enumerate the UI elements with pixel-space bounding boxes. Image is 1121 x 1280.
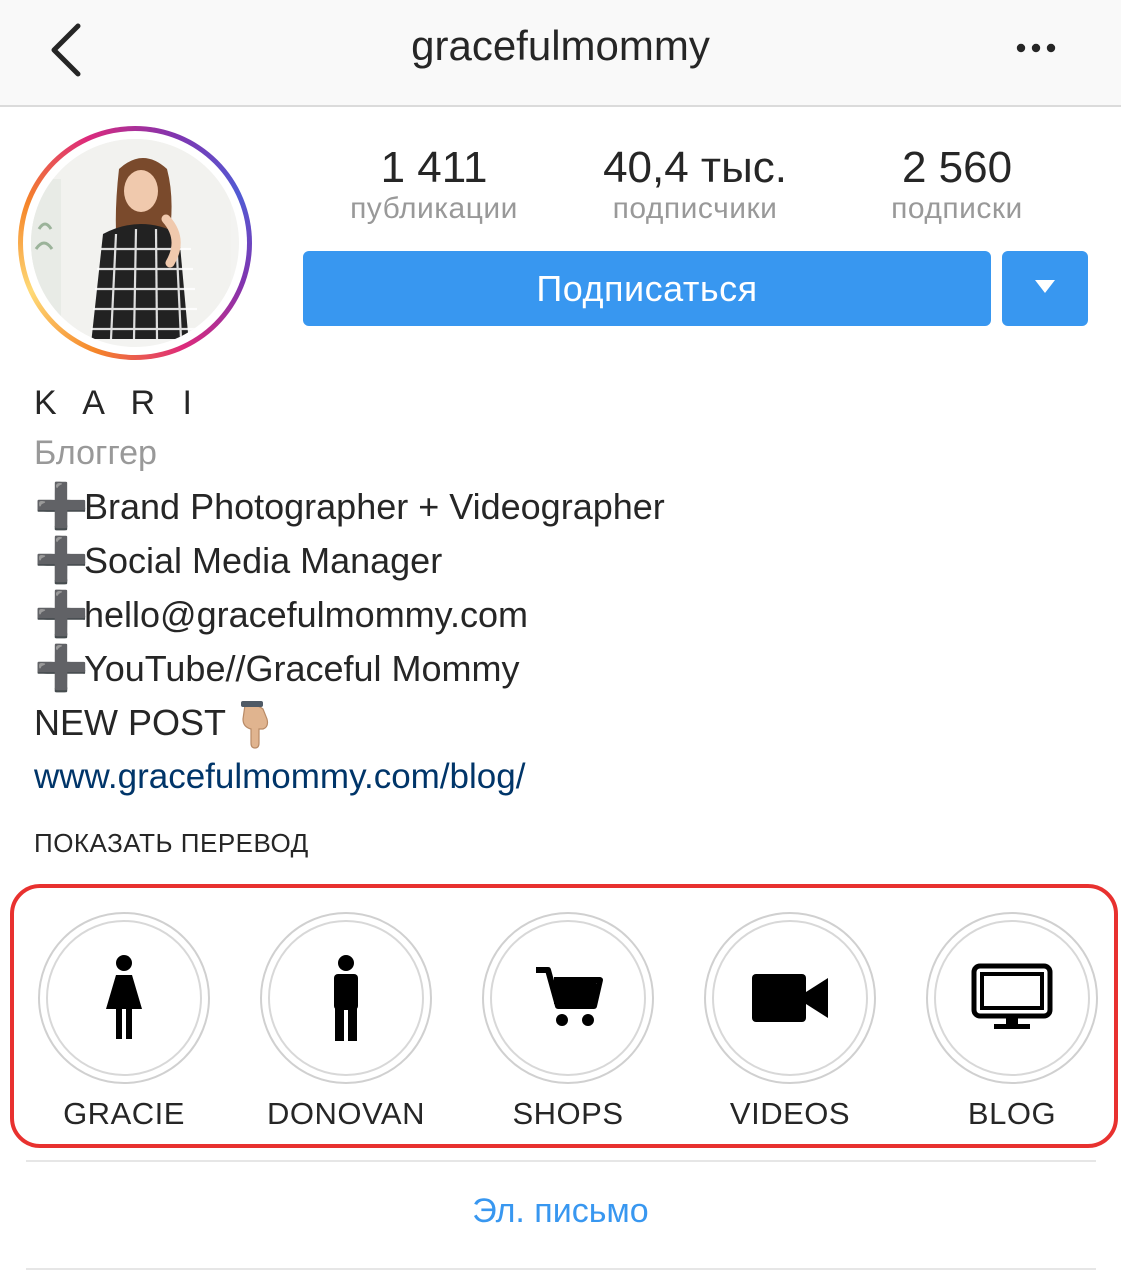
- caret-down-icon: [1035, 280, 1055, 293]
- bio-website-link[interactable]: www.gracefulmommy.com/blog/: [34, 750, 1094, 804]
- divider: [26, 1160, 1096, 1162]
- posts-count-label: публикации: [350, 192, 518, 225]
- highlight-gracie[interactable]: GRACIE: [24, 912, 224, 1132]
- profile-full-name: K A R I: [34, 384, 201, 422]
- highlight-label: VIDEOS: [729, 1096, 851, 1131]
- monitor-icon: [971, 963, 1053, 1029]
- bio-line: ➕hello@gracefulmommy.com: [34, 588, 1094, 642]
- pointing-down-hand-icon: [235, 701, 275, 750]
- following-count-label: подписки: [891, 192, 1023, 225]
- highlight-label: BLOG: [967, 1096, 1057, 1131]
- bio-email[interactable]: hello@gracefulmommy.com: [84, 594, 528, 635]
- top-navigation-bar: gracefulmommy: [0, 0, 1121, 107]
- email-contact-button[interactable]: Эл. письмо: [0, 1192, 1121, 1231]
- plus-icon: ➕: [34, 482, 89, 531]
- highlight-shops[interactable]: SHOPS: [468, 912, 668, 1132]
- followers-count-value: 40,4 тыс.: [603, 143, 787, 192]
- bio-new-post-line: NEW POST: [34, 696, 1094, 750]
- video-camera-icon: [752, 974, 828, 1022]
- avatar-photo: [31, 139, 231, 344]
- followers-count-label: подписчики: [612, 192, 778, 225]
- plus-icon: ➕: [34, 590, 89, 639]
- avatar: [31, 139, 239, 347]
- plus-icon: ➕: [34, 536, 89, 585]
- bio-line: ➕YouTube//Graceful Mommy: [34, 642, 1094, 696]
- highlight-label: GRACIE: [63, 1096, 185, 1131]
- followers-count-stat[interactable]: 40,4 тыс. подписчики: [585, 140, 805, 225]
- highlight-label: SHOPS: [512, 1096, 624, 1131]
- follow-button[interactable]: Подписаться: [303, 251, 991, 326]
- shopping-cart-icon: [536, 967, 603, 1026]
- bio-line: ➕Brand Photographer + Videographer: [34, 480, 1094, 534]
- profile-username: gracefulmommy: [411, 22, 710, 69]
- show-translation-button[interactable]: ПОКАЗАТЬ ПЕРЕВОД: [34, 828, 309, 859]
- profile-category: Блоггер: [34, 434, 157, 472]
- profile-bio: K A R I Блоггер ➕Brand Photographer + Vi…: [34, 380, 1094, 804]
- plus-icon: ➕: [34, 644, 89, 693]
- woman-icon: [106, 955, 142, 1039]
- highlight-videos[interactable]: VIDEOS: [690, 912, 890, 1132]
- posts-count-value: 1 411: [380, 143, 488, 192]
- following-count-value: 2 560: [901, 143, 1013, 192]
- highlight-label: DONOVAN: [267, 1096, 425, 1131]
- highlight-donovan[interactable]: DONOVAN: [246, 912, 446, 1132]
- ellipsis-icon: [1016, 43, 1056, 53]
- posts-count-stat[interactable]: 1 411 публикации: [334, 140, 534, 225]
- divider: [26, 1268, 1096, 1270]
- avatar-story-ring[interactable]: [18, 126, 252, 360]
- bio-line: ➕Social Media Manager: [34, 534, 1094, 588]
- suggestions-dropdown-button[interactable]: [1002, 251, 1088, 326]
- man-icon: [334, 955, 358, 1041]
- following-count-stat[interactable]: 2 560 подписки: [862, 140, 1052, 225]
- more-options-button[interactable]: [1012, 28, 1062, 68]
- highlight-blog[interactable]: BLOG: [912, 912, 1112, 1132]
